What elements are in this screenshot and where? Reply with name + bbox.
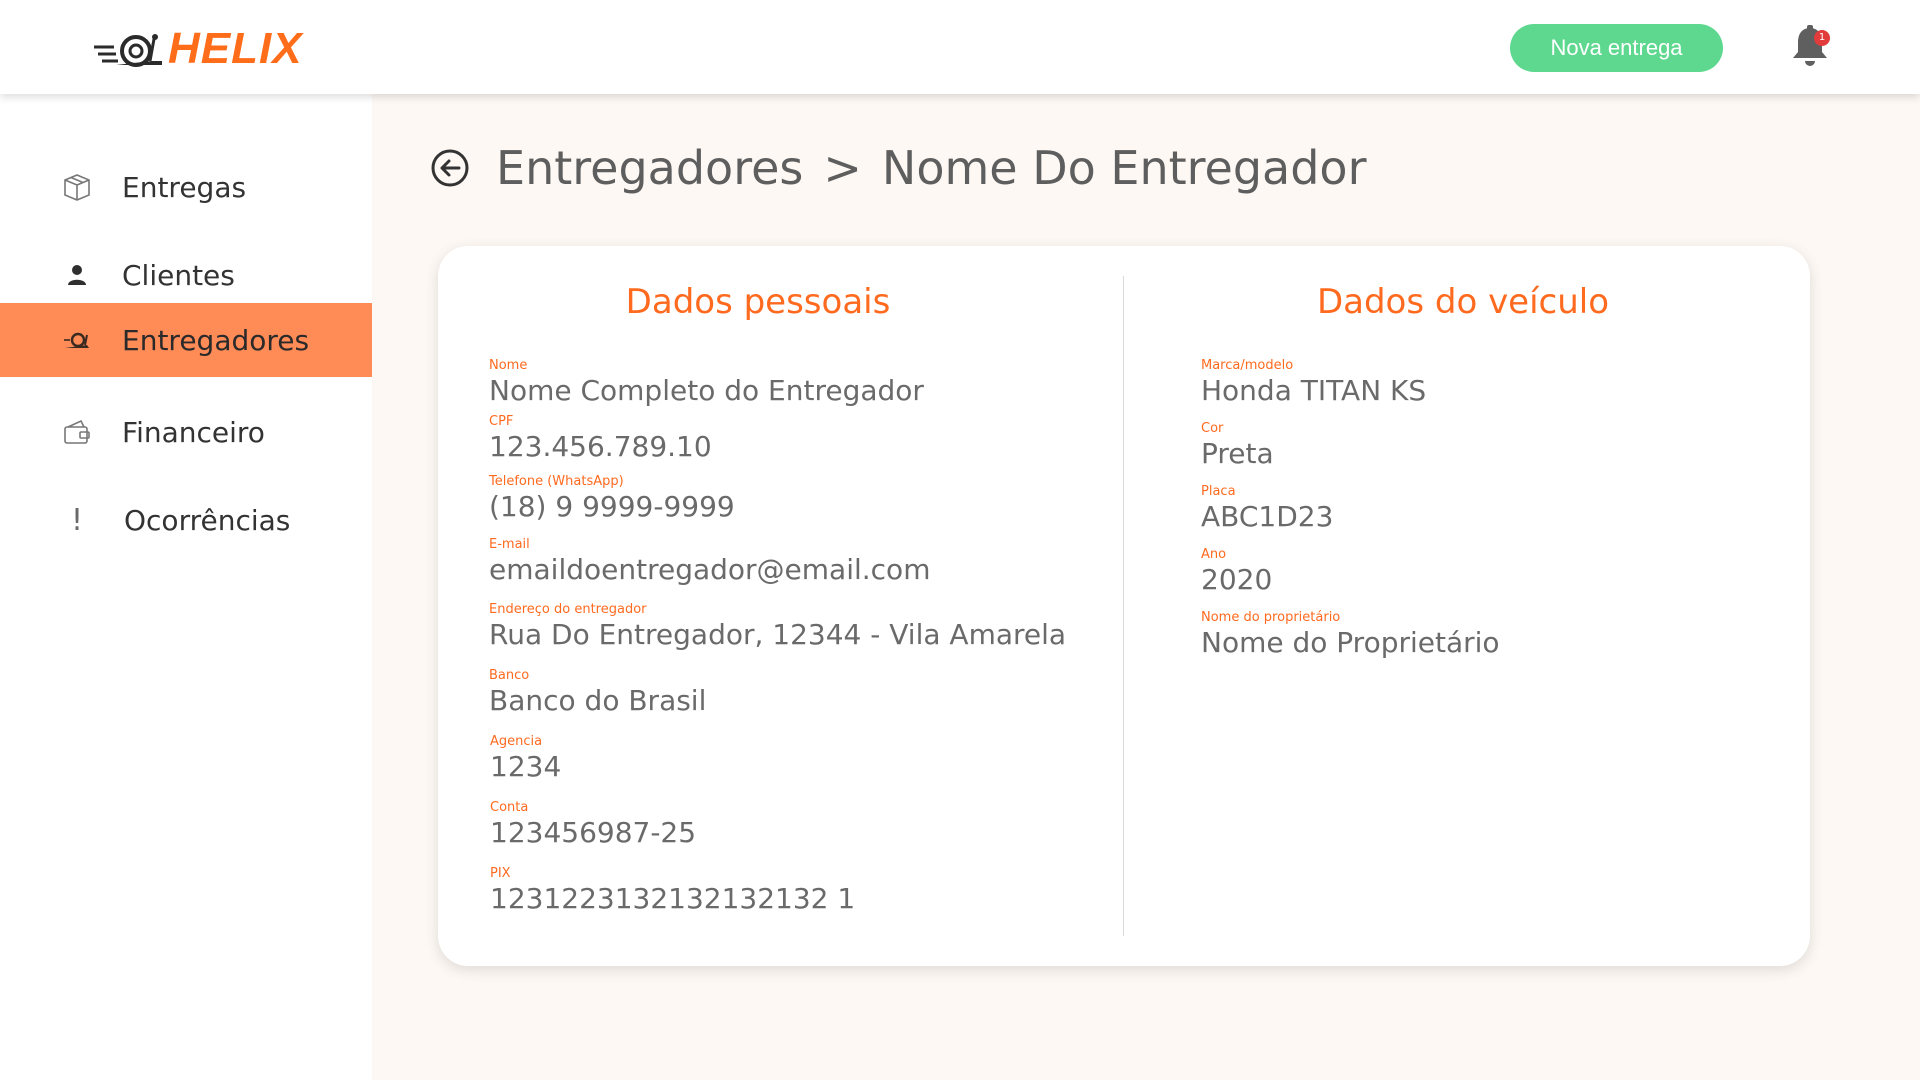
notification-badge: 1 [1814, 30, 1830, 46]
new-delivery-button[interactable]: Nova entrega [1510, 24, 1723, 72]
breadcrumb-parent[interactable]: Entregadores [496, 141, 803, 195]
field-endereco: Endereço do entregador Rua Do Entregador… [489, 602, 1066, 652]
sidebar-item-clientes[interactable]: Clientes [0, 238, 372, 312]
sidebar-item-entregas[interactable]: Entregas [0, 150, 372, 224]
vehicle-section-title: Dados do veículo [1316, 282, 1610, 322]
field-cpf: CPF 123.456.789.10 [489, 414, 712, 464]
wallet-icon [62, 417, 92, 447]
logo-text: HELIX [168, 24, 303, 73]
notifications-button[interactable]: 1 [1790, 24, 1830, 68]
field-value: Nome Completo do Entregador [489, 374, 924, 407]
field-value: 2020 [1201, 563, 1273, 596]
top-bar: HELIX Nova entrega 1 [0, 0, 1920, 94]
field-proprietario: Nome do proprietário Nome do Proprietári… [1201, 610, 1500, 660]
field-value: 123.456.789.10 [489, 430, 712, 463]
field-telefone: Telefone (WhatsApp) (18) 9 9999-9999 [489, 474, 735, 524]
field-label: Placa [1201, 484, 1236, 499]
field-value: 1231223132132132132 1 [490, 882, 856, 915]
sidebar-item-label: Entregadores [122, 323, 310, 357]
box-icon [62, 172, 92, 202]
field-label: E-mail [489, 537, 530, 552]
field-label: Banco [489, 668, 530, 683]
helix-logo[interactable]: HELIX [92, 24, 303, 74]
sidebar-item-label: Clientes [122, 258, 235, 292]
field-conta: Conta 123456987-25 [490, 800, 696, 850]
field-ano: Ano 2020 [1201, 547, 1272, 597]
field-label: Endereço do entregador [489, 602, 647, 617]
breadcrumb-separator: > [823, 141, 862, 195]
field-label: Nome [489, 358, 528, 373]
field-banco: Banco Banco do Brasil [489, 668, 706, 718]
breadcrumb: Entregadores > Nome Do Entregador [430, 138, 1366, 198]
field-cor: Cor Preta [1201, 421, 1274, 471]
field-value: Nome do Proprietário [1201, 626, 1500, 659]
sidebar-item-ocorrencias[interactable]: ! Ocorrências [0, 483, 372, 557]
field-label: Nome do proprietário [1201, 610, 1341, 625]
field-label: Agencia [490, 734, 543, 749]
field-value: Rua Do Entregador, 12344 - Vila Amarela [489, 618, 1067, 651]
snail-logo-icon [94, 34, 162, 67]
field-label: Cor [1201, 421, 1224, 436]
field-pix: PIX 1231223132132132132 1 [490, 866, 855, 916]
field-label: Ano [1201, 547, 1227, 562]
sidebar-item-financeiro[interactable]: Financeiro [0, 395, 372, 469]
field-value: Honda TITAN KS [1201, 374, 1427, 407]
personal-section-title: Dados pessoais [625, 282, 891, 322]
field-label: CPF [489, 414, 514, 429]
courier-details-card: Dados pessoais Dados do veículo Nome Nom… [438, 246, 1810, 966]
field-marca-modelo: Marca/modelo Honda TITAN KS [1201, 358, 1426, 408]
field-value: 123456987-25 [490, 816, 697, 849]
field-value: Preta [1201, 437, 1274, 470]
field-value: Banco do Brasil [489, 684, 707, 717]
field-label: Telefone (WhatsApp) [489, 474, 624, 489]
sidebar-item-entregadores[interactable]: Entregadores [0, 303, 372, 377]
sidebar-item-label: Ocorrências [124, 503, 291, 537]
field-placa: Placa ABC1D23 [1201, 484, 1333, 534]
back-arrow-icon[interactable] [430, 148, 470, 188]
breadcrumb-current: Nome Do Entregador [881, 141, 1367, 195]
exclamation-icon: ! [70, 502, 84, 538]
snail-icon [62, 325, 92, 355]
field-nome: Nome Nome Completo do Entregador [489, 358, 924, 408]
field-email: E-mail emaildoentregador@email.com [489, 537, 930, 587]
field-agencia: Agencia 1234 [490, 734, 561, 784]
sidebar: Entregas Clientes Entregadores Financeir… [0, 94, 372, 1080]
field-label: PIX [490, 866, 511, 881]
field-value: 1234 [490, 750, 562, 783]
field-value: (18) 9 9999-9999 [489, 490, 735, 523]
user-icon [62, 260, 92, 290]
field-value: emaildoentregador@email.com [489, 553, 931, 586]
sidebar-item-label: Financeiro [122, 415, 265, 449]
field-label: Conta [490, 800, 529, 815]
field-value: ABC1D23 [1201, 500, 1334, 533]
section-divider [1123, 276, 1124, 936]
sidebar-item-label: Entregas [122, 170, 247, 204]
field-label: Marca/modelo [1201, 358, 1294, 373]
